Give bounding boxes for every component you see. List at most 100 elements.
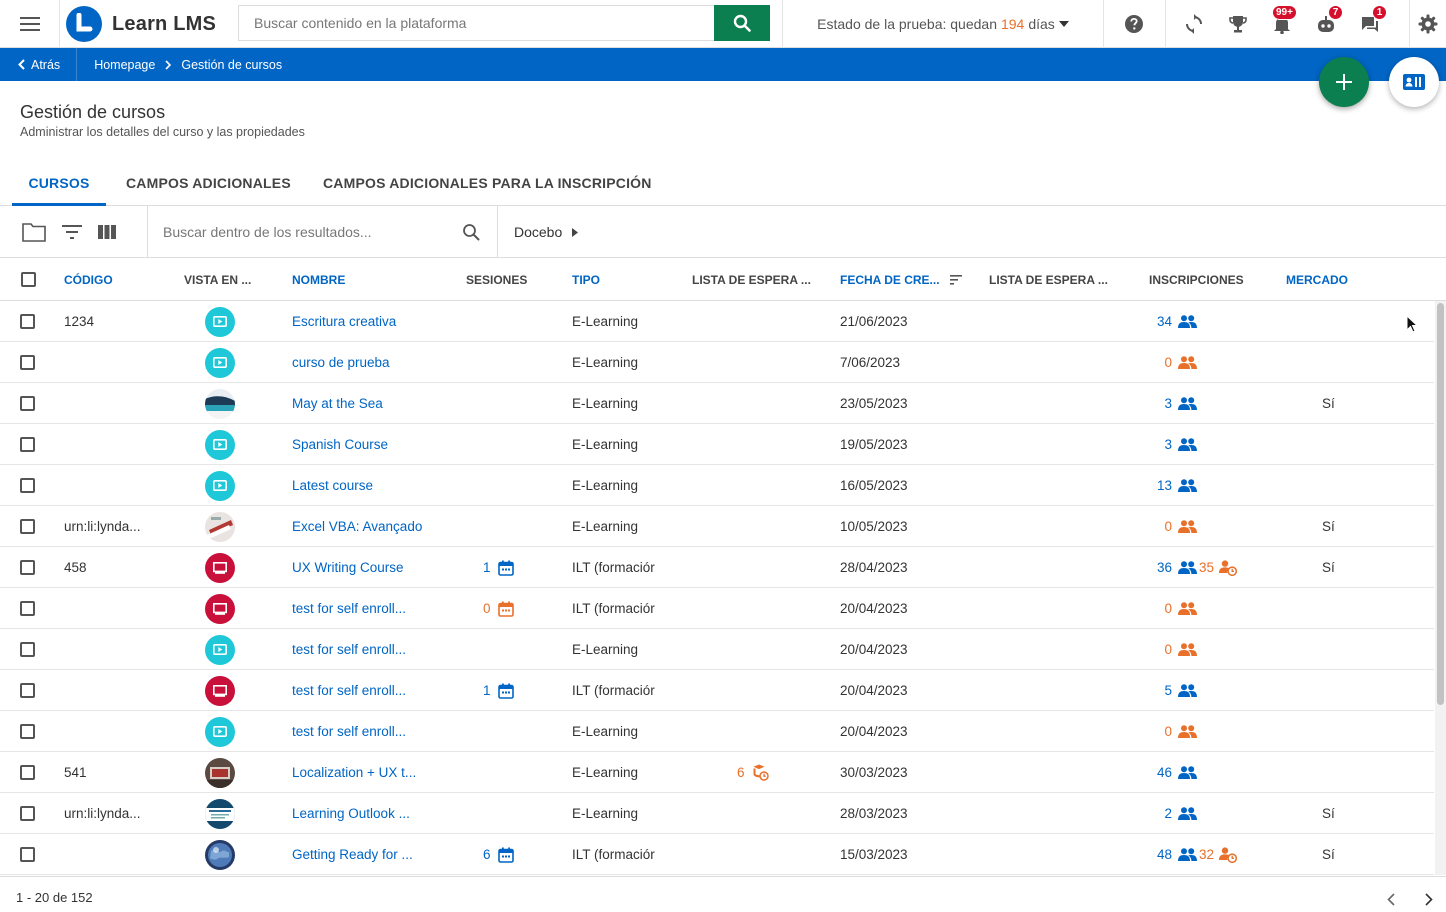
table-row[interactable]: 1234 Escritura creativa E-Learning 21/06… xyxy=(0,301,1434,342)
row-checkbox[interactable] xyxy=(20,629,35,670)
global-search-input[interactable] xyxy=(239,6,714,40)
sync-button[interactable] xyxy=(1172,0,1216,48)
course-name-link[interactable]: UX Writing Course xyxy=(292,547,404,588)
settings-button[interactable] xyxy=(1410,0,1446,48)
course-enrollments[interactable]: 0 xyxy=(1120,629,1197,670)
course-name-link[interactable]: Localization + UX t... xyxy=(292,752,416,793)
help-button[interactable] xyxy=(1112,0,1156,48)
course-name-link[interactable]: test for self enroll... xyxy=(292,670,406,711)
table-row[interactable]: urn:li:lynda... Excel VBA: Avançado E-Le… xyxy=(0,506,1434,547)
course-sessions[interactable]: 1 xyxy=(483,547,514,588)
course-enrollments[interactable]: 5 xyxy=(1120,670,1197,711)
col-waitlist[interactable]: LISTA DE ESPERA ... xyxy=(692,258,811,301)
course-enrollments[interactable]: 13 xyxy=(1120,465,1197,506)
scrollbar-thumb[interactable] xyxy=(1437,303,1444,705)
tab-additional-fields[interactable]: CAMPOS ADICIONALES xyxy=(126,159,291,206)
folder-icon[interactable] xyxy=(22,222,46,242)
col-code[interactable]: CÓDIGO xyxy=(64,258,113,301)
row-checkbox[interactable] xyxy=(20,424,35,465)
achievements-button[interactable] xyxy=(1216,0,1260,48)
table-row[interactable]: test for self enroll... 0 ILT (formaciór… xyxy=(0,588,1434,629)
col-preview[interactable]: VISTA EN ... xyxy=(184,258,251,301)
course-pending-enrollments[interactable]: 32 xyxy=(1199,834,1238,875)
row-checkbox[interactable] xyxy=(20,588,35,629)
select-all-checkbox[interactable] xyxy=(21,258,36,301)
course-enrollments[interactable]: 0 xyxy=(1120,711,1197,752)
row-checkbox[interactable] xyxy=(20,834,35,875)
course-waitlist[interactable]: 6 xyxy=(737,752,769,793)
course-enrollments[interactable]: 48 xyxy=(1120,834,1197,875)
breadcrumb-home[interactable]: Homepage xyxy=(94,58,155,72)
col-created-date[interactable]: FECHA DE CRE... xyxy=(840,258,962,301)
course-sessions[interactable]: 6 xyxy=(483,834,514,875)
course-name-link[interactable]: Learning Outlook ... xyxy=(292,793,410,834)
course-thumbnail[interactable] xyxy=(205,424,235,465)
row-checkbox[interactable] xyxy=(20,711,35,752)
row-checkbox[interactable] xyxy=(20,465,35,506)
course-thumbnail[interactable] xyxy=(205,301,235,342)
course-enrollments[interactable]: 2 xyxy=(1120,793,1197,834)
course-thumbnail[interactable] xyxy=(205,588,235,629)
col-sessions[interactable]: SESIONES xyxy=(466,258,527,301)
row-checkbox[interactable] xyxy=(20,301,35,342)
add-course-button[interactable] xyxy=(1319,57,1369,107)
table-row[interactable]: urn:li:lynda... Learning Outlook ... E-L… xyxy=(0,793,1434,834)
course-enrollments[interactable]: 3 xyxy=(1120,424,1197,465)
trial-status-dropdown[interactable]: Estado de la prueba: quedan 194 días xyxy=(782,0,1104,48)
course-name-link[interactable]: Latest course xyxy=(292,465,373,506)
course-thumbnail[interactable] xyxy=(205,834,235,875)
course-name-link[interactable]: Excel VBA: Avançado xyxy=(292,506,422,547)
course-thumbnail[interactable] xyxy=(205,752,235,793)
chevron-left-icon[interactable] xyxy=(1387,893,1395,906)
course-enrollments[interactable]: 0 xyxy=(1120,588,1197,629)
row-checkbox[interactable] xyxy=(20,547,35,588)
course-sessions[interactable]: 0 xyxy=(483,588,514,629)
row-checkbox[interactable] xyxy=(20,342,35,383)
table-row[interactable]: Spanish Course E-Learning 19/05/2023 3 xyxy=(0,424,1434,465)
chat-button[interactable]: 1 xyxy=(1348,0,1392,48)
row-checkbox[interactable] xyxy=(20,383,35,424)
course-enrollments[interactable]: 46 xyxy=(1120,752,1197,793)
course-enrollments[interactable]: 3 xyxy=(1120,383,1197,424)
course-name-link[interactable]: test for self enroll... xyxy=(292,629,406,670)
col-name[interactable]: NOMBRE xyxy=(292,258,345,301)
course-enrollments[interactable]: 0 xyxy=(1120,342,1197,383)
course-name-link[interactable]: May at the Sea xyxy=(292,383,383,424)
results-search-input[interactable] xyxy=(148,224,448,240)
row-checkbox[interactable] xyxy=(20,793,35,834)
course-catalog-button[interactable] xyxy=(1389,57,1439,107)
row-checkbox[interactable] xyxy=(20,752,35,793)
notifications-button[interactable]: 99+ xyxy=(1260,0,1304,48)
course-thumbnail[interactable] xyxy=(205,383,235,424)
table-row[interactable]: curso de prueba E-Learning 7/06/2023 0 xyxy=(0,342,1434,383)
row-checkbox[interactable] xyxy=(20,506,35,547)
table-row[interactable]: 458 UX Writing Course 1 ILT (formaciór 2… xyxy=(0,547,1434,588)
table-row[interactable]: test for self enroll... E-Learning 20/04… xyxy=(0,629,1434,670)
global-search-button[interactable] xyxy=(714,5,770,41)
course-thumbnail[interactable] xyxy=(205,465,235,506)
col-marketplace[interactable]: MERCADO xyxy=(1286,258,1348,301)
tab-courses[interactable]: CURSOS xyxy=(12,159,106,206)
course-name-link[interactable]: test for self enroll... xyxy=(292,588,406,629)
catalog-selector[interactable]: Docebo xyxy=(514,206,579,258)
col-type[interactable]: TIPO xyxy=(572,258,600,301)
hamburger-menu-button[interactable] xyxy=(0,0,60,48)
row-checkbox[interactable] xyxy=(20,670,35,711)
course-thumbnail[interactable] xyxy=(205,629,235,670)
course-thumbnail[interactable] xyxy=(205,547,235,588)
course-thumbnail[interactable] xyxy=(205,711,235,752)
col-enrollments[interactable]: INSCRIPCIONES xyxy=(1149,258,1244,301)
course-enrollments[interactable]: 36 xyxy=(1120,547,1197,588)
table-scrollbar[interactable] xyxy=(1435,301,1446,875)
course-thumbnail[interactable] xyxy=(205,342,235,383)
app-logo[interactable]: Learn LMS xyxy=(62,0,238,48)
tab-enrollment-fields[interactable]: CAMPOS ADICIONALES PARA LA INSCRIPCIÓN xyxy=(323,159,652,206)
messages-button[interactable]: 7 xyxy=(1304,0,1348,48)
table-row[interactable]: 541 Localization + UX t... E-Learning 6 … xyxy=(0,752,1434,793)
course-thumbnail[interactable] xyxy=(205,670,235,711)
chevron-right-icon[interactable] xyxy=(1425,893,1433,906)
back-button[interactable]: Atrás xyxy=(0,48,78,81)
course-thumbnail[interactable] xyxy=(205,506,235,547)
course-thumbnail[interactable] xyxy=(205,793,235,834)
columns-icon[interactable] xyxy=(98,225,116,239)
